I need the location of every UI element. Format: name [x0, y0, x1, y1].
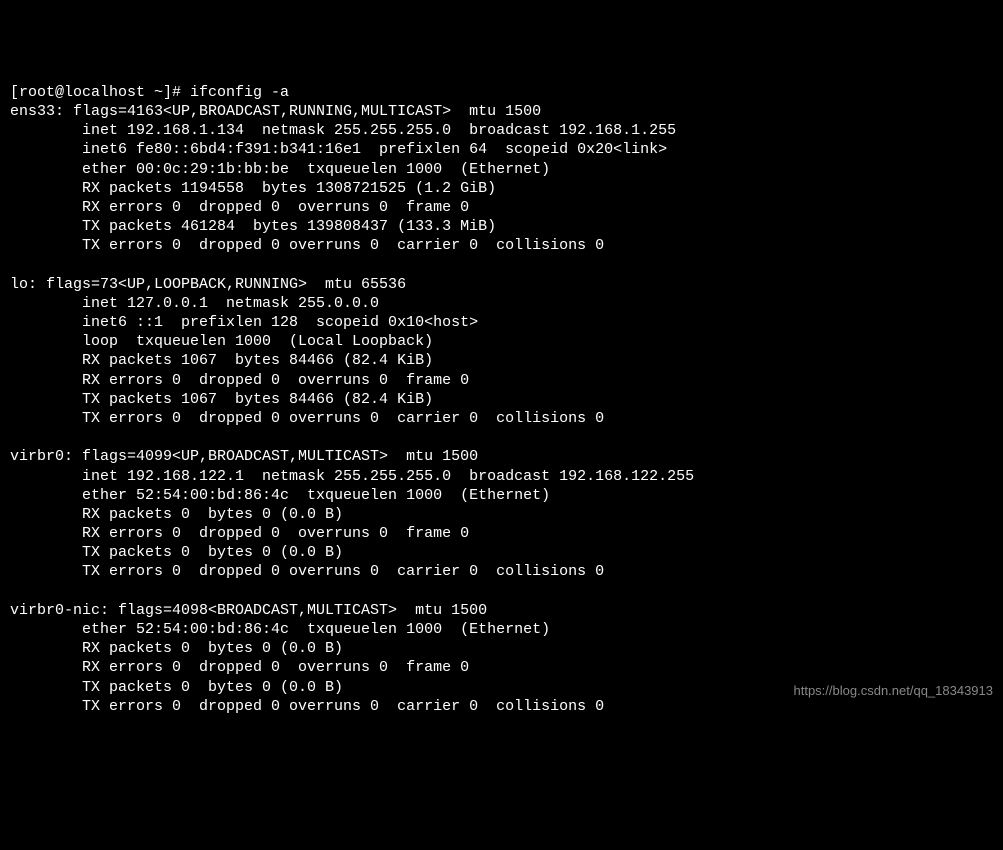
terminal-output: [root@localhost ~]# ifconfig -a ens33: f…	[10, 83, 993, 716]
command: ifconfig -a	[190, 84, 289, 101]
virbr0-inet: inet 192.168.122.1 netmask 255.255.255.0…	[10, 468, 694, 485]
lo-inet: inet 127.0.0.1 netmask 255.0.0.0	[10, 295, 379, 312]
ens33-inet6: inet6 fe80::6bd4:f391:b341:16e1 prefixle…	[10, 141, 667, 158]
lo-header: lo: flags=73<UP,LOOPBACK,RUNNING> mtu 65…	[10, 276, 406, 293]
prompt: [root@localhost ~]#	[10, 84, 190, 101]
lo-loop: loop txqueuelen 1000 (Local Loopback)	[10, 333, 433, 350]
virbr0-rxe: RX errors 0 dropped 0 overruns 0 frame 0	[10, 525, 469, 542]
lo-txe: TX errors 0 dropped 0 overruns 0 carrier…	[10, 410, 604, 427]
ens33-rxp: RX packets 1194558 bytes 1308721525 (1.2…	[10, 180, 496, 197]
virbr0nic-rxp: RX packets 0 bytes 0 (0.0 B)	[10, 640, 343, 657]
virbr0nic-rxe: RX errors 0 dropped 0 overruns 0 frame 0	[10, 659, 469, 676]
ens33-header: ens33: flags=4163<UP,BROADCAST,RUNNING,M…	[10, 103, 541, 120]
virbr0nic-header: virbr0-nic: flags=4098<BROADCAST,MULTICA…	[10, 602, 487, 619]
watermark: https://blog.csdn.net/qq_18343913	[794, 683, 994, 700]
ens33-ether: ether 00:0c:29:1b:bb:be txqueuelen 1000 …	[10, 161, 550, 178]
ens33-txp: TX packets 461284 bytes 139808437 (133.3…	[10, 218, 496, 235]
lo-inet6: inet6 ::1 prefixlen 128 scopeid 0x10<hos…	[10, 314, 478, 331]
ens33-inet: inet 192.168.1.134 netmask 255.255.255.0…	[10, 122, 676, 139]
virbr0nic-ether: ether 52:54:00:bd:86:4c txqueuelen 1000 …	[10, 621, 550, 638]
virbr0-header: virbr0: flags=4099<UP,BROADCAST,MULTICAS…	[10, 448, 478, 465]
virbr0-rxp: RX packets 0 bytes 0 (0.0 B)	[10, 506, 343, 523]
lo-txp: TX packets 1067 bytes 84466 (82.4 KiB)	[10, 391, 433, 408]
virbr0nic-txe: TX errors 0 dropped 0 overruns 0 carrier…	[10, 698, 604, 715]
ens33-rxe: RX errors 0 dropped 0 overruns 0 frame 0	[10, 199, 469, 216]
virbr0-txe: TX errors 0 dropped 0 overruns 0 carrier…	[10, 563, 604, 580]
lo-rxp: RX packets 1067 bytes 84466 (82.4 KiB)	[10, 352, 433, 369]
ens33-txe: TX errors 0 dropped 0 overruns 0 carrier…	[10, 237, 604, 254]
virbr0-txp: TX packets 0 bytes 0 (0.0 B)	[10, 544, 343, 561]
lo-rxe: RX errors 0 dropped 0 overruns 0 frame 0	[10, 372, 469, 389]
virbr0-ether: ether 52:54:00:bd:86:4c txqueuelen 1000 …	[10, 487, 550, 504]
virbr0nic-txp: TX packets 0 bytes 0 (0.0 B)	[10, 679, 343, 696]
